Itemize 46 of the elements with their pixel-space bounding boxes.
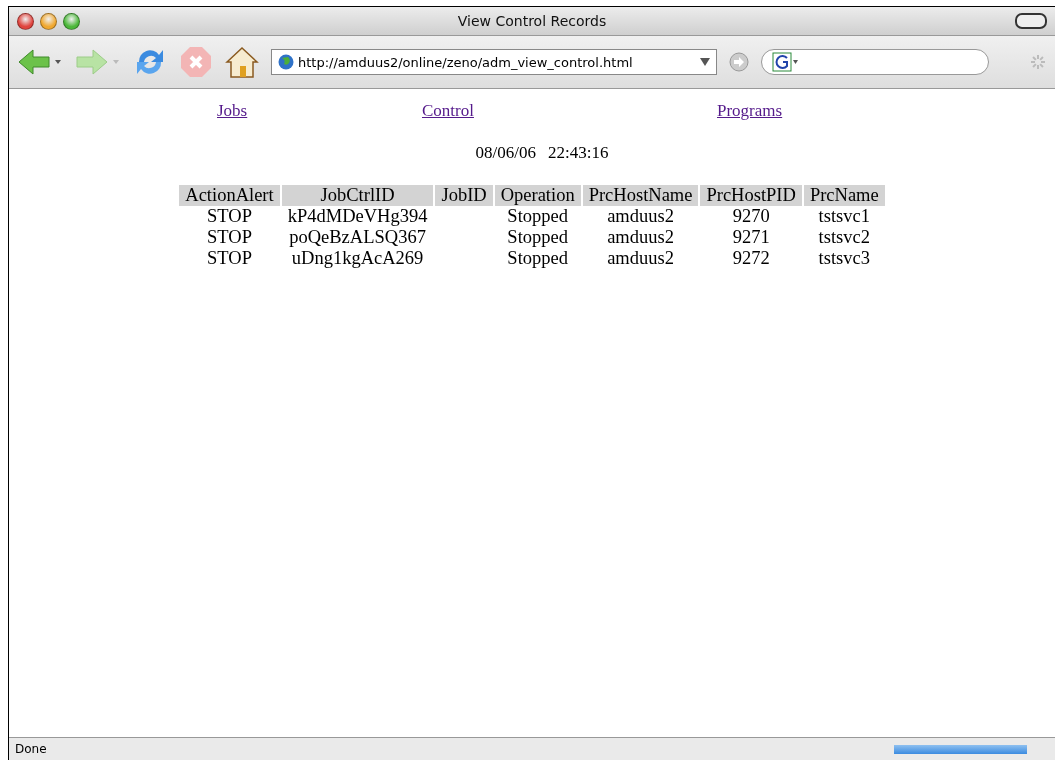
close-button[interactable] — [17, 12, 34, 30]
table-cell-text: 9272 — [731, 248, 771, 269]
go-button[interactable] — [729, 52, 749, 72]
column-header: PrcName — [803, 185, 885, 206]
toolbar-toggle-button[interactable] — [1015, 13, 1047, 29]
table-cell-text: Stopped — [506, 206, 569, 227]
address-field[interactable]: http://amduus2/online/zeno/adm_view_control.html — [271, 49, 717, 75]
table-cell-text: STOP — [206, 248, 253, 269]
table-cell-text: 9271 — [731, 227, 771, 248]
table-cell-text: amduus2 — [606, 227, 675, 248]
status-text: Done — [15, 742, 47, 756]
time-text: 22:43:16 — [548, 143, 609, 163]
zoom-button[interactable] — [63, 12, 80, 30]
nav-link[interactable]: Jobs — [217, 101, 248, 120]
home-button[interactable] — [225, 45, 259, 79]
search-field[interactable] — [761, 49, 989, 75]
nav-link[interactable]: Programs — [717, 101, 783, 120]
table-cell-text: tstsvc1 — [817, 206, 871, 227]
table-cell-text: STOP — [206, 227, 253, 248]
stop-button[interactable] — [179, 45, 213, 79]
table-cell-text: kP4dMDeVHg394 — [286, 206, 429, 227]
table-cell-text: tstsvc2 — [817, 227, 871, 248]
nav-link[interactable]: Control — [422, 101, 474, 120]
column-header: ActionAlert — [179, 185, 280, 206]
table-cell-text: STOP — [206, 206, 253, 227]
table-cell-text: Stopped — [506, 248, 569, 269]
globe-icon — [278, 54, 294, 70]
table-cell-text: 9270 — [731, 206, 771, 227]
table-cell-text: amduus2 — [606, 248, 675, 269]
minimize-button[interactable] — [40, 12, 57, 30]
dropdown-arrow-icon[interactable] — [700, 58, 710, 66]
date-text: 08/06/06 — [475, 143, 536, 163]
table-cell-text: poQeBzALSQ367 — [288, 227, 427, 248]
column-header: Operation — [494, 185, 581, 206]
table-cell-text: Stopped — [506, 227, 569, 248]
column-header: PrcHostPID — [700, 185, 802, 206]
column-header: PrcHostName — [582, 185, 699, 206]
loading-spinner-icon — [1029, 53, 1047, 71]
search-engine-icon[interactable] — [772, 52, 800, 72]
column-header: JobCtrlID — [281, 185, 434, 206]
table-cell-text: amduus2 — [606, 206, 675, 227]
back-button[interactable] — [17, 47, 63, 77]
table-cell-text: uDng1kgAcA269 — [290, 248, 425, 269]
table-cell-text: tstsvc3 — [817, 248, 871, 269]
window-title: View Control Records — [457, 13, 607, 29]
column-header: JobID — [435, 185, 493, 206]
